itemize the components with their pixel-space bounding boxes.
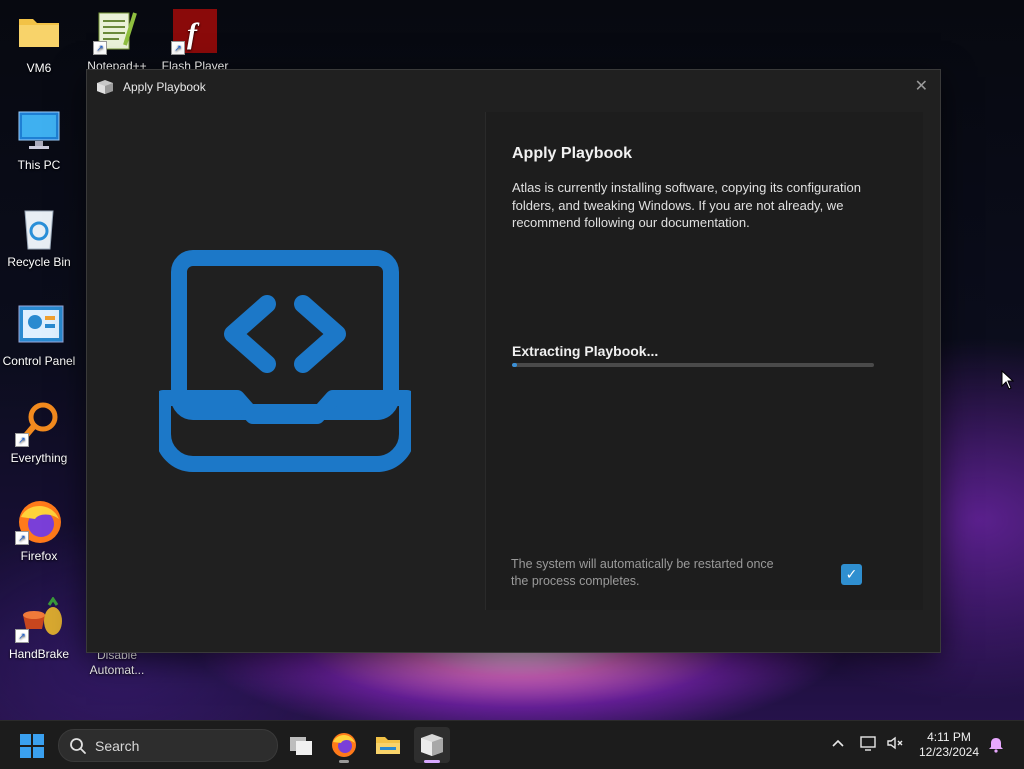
taskbar-search[interactable]: Search: [58, 729, 278, 762]
desktop-icon-label: This PC: [17, 158, 61, 172]
window-titlebar[interactable]: Apply Playbook ✕: [87, 70, 940, 104]
desktop-icon-label: Firefox: [20, 549, 58, 563]
window-title: Apply Playbook: [123, 80, 206, 94]
firefox-icon: ↗: [15, 499, 61, 545]
laptop-code-icon: [155, 250, 415, 472]
task-view-icon: [290, 737, 312, 755]
progress-bar: [512, 363, 874, 367]
running-indicator: [339, 760, 349, 763]
shortcut-arrow-icon: ↗: [15, 629, 29, 643]
apply-playbook-window: Apply Playbook ✕ Apply Playbook Atlas is…: [86, 69, 941, 653]
page-title: Apply Playbook: [512, 145, 633, 162]
running-indicator: [424, 760, 440, 763]
desktop-icon-this-pc[interactable]: This PC: [0, 108, 78, 173]
restart-note: The system will automatically be restart…: [511, 557, 774, 588]
desktop-icon-label: HandBrake: [8, 647, 70, 661]
clock-time: 4:11 PM: [927, 730, 971, 744]
taskbar: Search 4:11 PM 12/23/2024: [0, 720, 1024, 769]
taskbar-firefox[interactable]: [326, 727, 362, 763]
computer-icon: [17, 108, 61, 152]
atlas-playbook-icon: [421, 734, 443, 756]
desktop-icon-vm6[interactable]: VM6: [0, 11, 78, 76]
desktop-icon-recycle-bin[interactable]: Recycle Bin: [0, 205, 78, 270]
taskbar-atlas-playbook[interactable]: [414, 727, 450, 763]
handbrake-icon: ↗: [15, 596, 62, 643]
recycle-bin-icon: [17, 205, 61, 250]
illustration-pane: [87, 104, 485, 652]
search-placeholder: Search: [95, 738, 140, 754]
firefox-icon: [332, 733, 356, 757]
desktop-icon-handbrake[interactable]: ↗ HandBrake: [0, 596, 78, 662]
chevron-up-icon[interactable]: [830, 735, 846, 754]
desktop-icon-label: VM6: [26, 61, 52, 75]
system-tray: [826, 721, 916, 769]
taskbar-clock[interactable]: 4:11 PM 12/23/2024: [914, 730, 984, 760]
desktop-icon-label: Everything: [10, 451, 68, 465]
flash-player-icon: f ↗: [171, 9, 217, 55]
windows-logo-icon: [20, 734, 44, 758]
control-panel-icon: [17, 304, 64, 348]
everything-search-icon: ↗: [15, 401, 61, 447]
mouse-cursor-icon: [1001, 369, 1015, 395]
folder-icon: [17, 11, 61, 55]
desktop-icon-label: Recycle Bin: [7, 255, 71, 269]
notepadpp-icon: ↗: [93, 9, 139, 55]
progress-status: Extracting Playbook...: [512, 343, 659, 359]
start-button[interactable]: [20, 734, 44, 758]
network-icon[interactable]: [860, 735, 878, 754]
desktop-icon-notepadpp[interactable]: ↗ Notepad++: [78, 9, 156, 74]
taskbar-file-explorer[interactable]: [370, 727, 406, 763]
shortcut-arrow-icon: ↗: [15, 531, 29, 545]
desktop-icon-control-panel[interactable]: Control Panel: [0, 304, 78, 369]
page-description: Atlas is currently installing software, …: [512, 180, 861, 230]
volume-muted-icon[interactable]: [886, 735, 904, 754]
restart-checkbox[interactable]: ✓: [841, 564, 862, 585]
close-button[interactable]: ✕: [915, 76, 928, 96]
shortcut-arrow-icon: ↗: [93, 41, 107, 55]
search-icon: [69, 737, 87, 755]
notification-bell-icon[interactable]: [988, 737, 1004, 758]
content-pane: Apply Playbook Atlas is currently instal…: [485, 112, 923, 610]
desktop-icon-flash-player[interactable]: f ↗ Flash Player: [156, 9, 234, 74]
desktop-icon-label: Control Panel: [2, 354, 76, 368]
desktop-icon-firefox[interactable]: ↗ Firefox: [0, 499, 78, 564]
file-explorer-icon: [376, 737, 400, 754]
desktop-icon-everything[interactable]: ↗ Everything: [0, 401, 78, 466]
clock-date: 12/23/2024: [918, 745, 980, 759]
shortcut-arrow-icon: ↗: [15, 433, 29, 447]
task-view-button[interactable]: [283, 727, 319, 763]
atlas-box-icon: [96, 79, 114, 95]
shortcut-arrow-icon: ↗: [171, 41, 185, 55]
progress-fill: [512, 363, 518, 367]
